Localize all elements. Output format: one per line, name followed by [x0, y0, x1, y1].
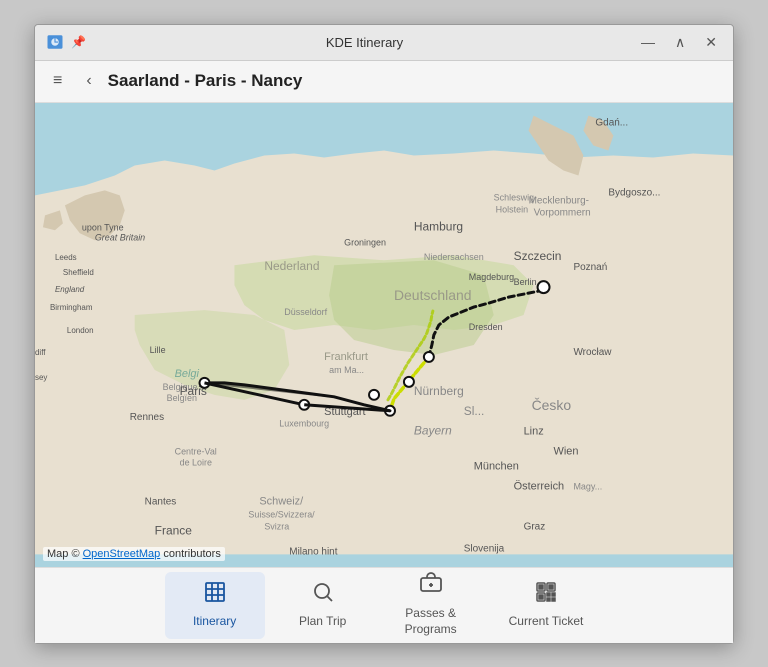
- svg-text:München: München: [474, 460, 519, 472]
- svg-text:Sl...: Sl...: [464, 403, 485, 417]
- svg-text:Dresden: Dresden: [469, 322, 503, 332]
- current-ticket-label: Current Ticket: [509, 614, 584, 630]
- svg-text:Österreich: Österreich: [514, 479, 565, 492]
- svg-text:am Ma...: am Ma...: [329, 364, 364, 374]
- svg-text:Szczecin: Szczecin: [514, 249, 562, 263]
- itinerary-label: Itinerary: [193, 614, 236, 630]
- hamburger-menu-button[interactable]: ≡: [45, 68, 70, 94]
- svg-text:Milano hint: Milano hint: [289, 546, 337, 557]
- svg-text:Suisse/Svizzera/: Suisse/Svizzera/: [248, 509, 315, 519]
- svg-text:Nederland: Nederland: [264, 259, 319, 273]
- svg-text:Hamburg: Hamburg: [414, 219, 463, 233]
- svg-text:de Loire: de Loire: [180, 457, 212, 467]
- attribution-suffix: contributors: [163, 548, 220, 560]
- svg-text:Deutschland: Deutschland: [394, 287, 472, 303]
- svg-text:Rennes: Rennes: [130, 411, 164, 422]
- svg-text:Wrocław: Wrocław: [573, 346, 612, 357]
- plan-trip-icon: [311, 580, 335, 610]
- svg-text:Frankfurt: Frankfurt: [324, 350, 368, 362]
- svg-text:Nürnberg: Nürnberg: [414, 383, 464, 397]
- svg-text:Magy...: Magy...: [573, 481, 602, 491]
- attribution-prefix: Map ©: [47, 548, 83, 560]
- title-bar: 📌 KDE Itinerary — ∧ ✕: [35, 25, 733, 61]
- itinerary-tab[interactable]: Itinerary: [165, 572, 265, 639]
- svg-text:Gdań...: Gdań...: [595, 117, 628, 128]
- map-attribution: Map © OpenStreetMap contributors: [43, 547, 225, 561]
- map-area[interactable]: Great Britain Leeds Sheffield England Bi…: [35, 103, 733, 567]
- svg-text:London: London: [67, 326, 94, 335]
- svg-text:Linz: Linz: [524, 425, 544, 437]
- passes-programs-icon: [419, 572, 443, 602]
- svg-text:Slovenija: Slovenija: [464, 543, 505, 554]
- svg-text:Wien: Wien: [554, 445, 579, 457]
- toolbar: ≡ ‹ Saarland - Paris - Nancy: [35, 61, 733, 103]
- svg-text:Bydgoszo...: Bydgoszo...: [608, 187, 660, 198]
- svg-text:Vorpommern: Vorpommern: [534, 207, 591, 218]
- svg-text:Česko: Česko: [532, 396, 572, 412]
- svg-text:Belgi: Belgi: [175, 367, 200, 379]
- svg-text:Groningen: Groningen: [344, 237, 386, 247]
- plan-trip-tab[interactable]: Plan Trip: [273, 572, 373, 639]
- svg-text:Düsseldorf: Düsseldorf: [284, 307, 327, 317]
- svg-text:Schweiz/: Schweiz/: [259, 495, 304, 507]
- svg-text:Niedersachsen: Niedersachsen: [424, 252, 484, 262]
- window-controls: — ∧ ✕: [635, 32, 723, 53]
- svg-text:Nantes: Nantes: [145, 496, 177, 507]
- svg-text:Magdeburg: Magdeburg: [469, 272, 514, 282]
- svg-text:Luxembourg: Luxembourg: [279, 418, 329, 428]
- minimize-button[interactable]: —: [635, 32, 661, 52]
- svg-text:France: France: [155, 523, 193, 537]
- maximize-button[interactable]: ∧: [669, 32, 691, 53]
- svg-text:Graz: Graz: [524, 521, 546, 532]
- openstreetmap-link[interactable]: OpenStreetMap: [83, 548, 161, 560]
- map-background: Great Britain Leeds Sheffield England Bi…: [35, 103, 733, 567]
- svg-text:diff: diff: [35, 347, 46, 356]
- itinerary-icon: [203, 580, 227, 610]
- current-ticket-tab[interactable]: Current Ticket: [489, 572, 604, 639]
- svg-text:Mecklenburg-: Mecklenburg-: [529, 195, 589, 206]
- svg-text:Lille: Lille: [150, 344, 166, 354]
- svg-text:Birmingham: Birmingham: [50, 303, 93, 312]
- passes-programs-tab[interactable]: Passes &Programs: [381, 572, 481, 639]
- svg-text:upon Tyne: upon Tyne: [82, 222, 124, 232]
- svg-text:Berlin: Berlin: [514, 277, 537, 287]
- svg-text:Poznań: Poznań: [573, 262, 607, 273]
- svg-text:Centre-Val: Centre-Val: [175, 446, 217, 456]
- svg-text:Svizra: Svizra: [264, 521, 289, 531]
- svg-text:Sheffield: Sheffield: [63, 268, 94, 277]
- svg-text:Holstein: Holstein: [496, 204, 528, 214]
- svg-text:England: England: [55, 285, 85, 294]
- close-button[interactable]: ✕: [699, 32, 723, 53]
- back-button[interactable]: ‹: [78, 68, 99, 94]
- window-title: KDE Itinerary: [94, 35, 635, 50]
- bottom-navigation: Itinerary Plan Trip Passes: [35, 567, 733, 643]
- passes-programs-label: Passes &Programs: [405, 606, 457, 637]
- pin-icon: 📌: [71, 35, 86, 49]
- current-ticket-icon: [534, 580, 558, 610]
- svg-text:sey: sey: [35, 372, 47, 381]
- svg-text:Leeds: Leeds: [55, 253, 77, 262]
- app-icon: [45, 32, 65, 52]
- plan-trip-label: Plan Trip: [299, 614, 346, 630]
- svg-text:Great Britain: Great Britain: [95, 232, 145, 242]
- application-window: 📌 KDE Itinerary — ∧ ✕ ≡ ‹ Saarland - Par…: [34, 24, 734, 644]
- svg-text:Bayern: Bayern: [414, 423, 452, 437]
- page-title: Saarland - Paris - Nancy: [108, 71, 303, 91]
